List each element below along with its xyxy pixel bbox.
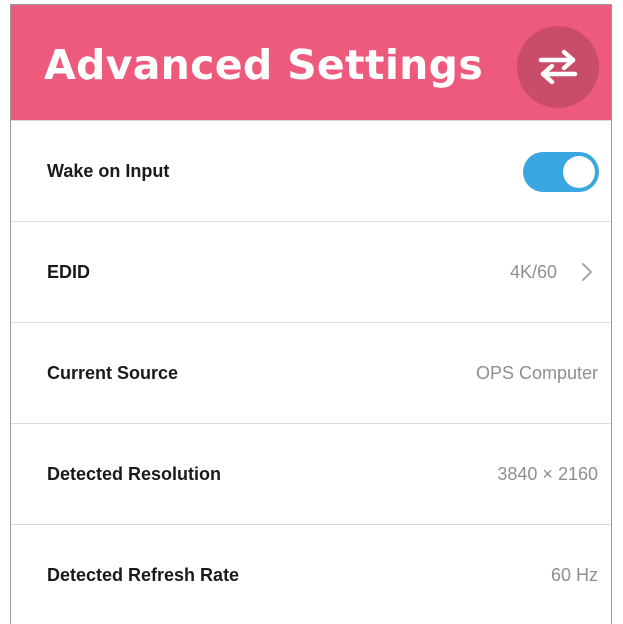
setting-label: EDID [47,261,91,282]
header: Advanced Settings [11,5,611,121]
setting-row-wake-on-input: Wake on Input [11,121,611,222]
toggle-knob [563,156,595,188]
setting-row-detected-refresh-rate: Detected Refresh Rate 60 Hz [11,525,611,624]
setting-label: Current Source [47,362,179,383]
setting-value: OPS Computer [475,362,598,383]
swap-button[interactable] [517,26,599,108]
setting-row-current-source: Current Source OPS Computer [11,323,611,424]
swap-arrows-icon [538,49,578,85]
setting-value: 3840 × 2160 [497,463,598,484]
setting-value: 60 Hz [550,564,598,585]
page-title: Advanced Settings [44,41,484,89]
setting-value: 4K/60 [509,261,557,282]
advanced-settings-panel: Advanced Settings Wake on Input EDID 4K/… [10,4,612,624]
wake-on-input-toggle[interactable] [523,152,599,192]
setting-label: Detected Resolution [47,463,222,484]
chevron-right-icon [577,222,597,322]
setting-row-edid[interactable]: EDID 4K/60 [11,222,611,323]
setting-label: Wake on Input [47,160,170,181]
setting-label: Detected Refresh Rate [47,564,240,585]
setting-row-detected-resolution: Detected Resolution 3840 × 2160 [11,424,611,525]
